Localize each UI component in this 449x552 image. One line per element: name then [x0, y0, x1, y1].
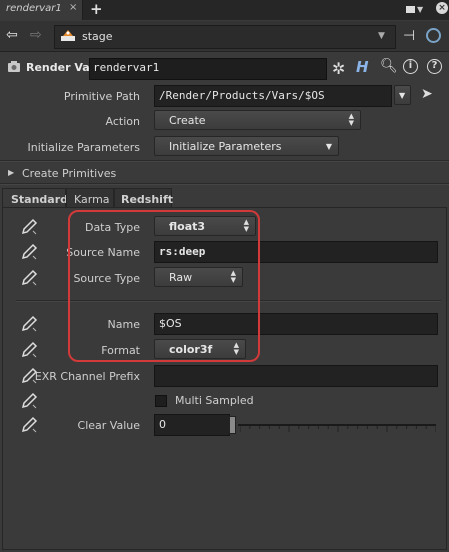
path-dropdown-icon[interactable]: ▼	[378, 31, 385, 41]
multi-sampled-checkbox[interactable]	[155, 395, 167, 407]
add-tab-button[interactable]: +	[90, 0, 103, 18]
initialize-parameters-value: Initialize Parameters	[169, 140, 282, 153]
pane-close-icon[interactable]: ×	[436, 2, 448, 14]
action-label: Action	[105, 115, 140, 128]
gear-icon[interactable]: ✲	[332, 59, 345, 78]
primitive-path-field[interactable]: /Render/Products/Vars/$OS	[154, 85, 392, 107]
tab-karma-label: Karma	[74, 193, 110, 206]
initialize-parameters-menu[interactable]: Initialize Parameters ▼	[154, 136, 339, 156]
help-icon[interactable]: ?	[427, 59, 442, 74]
search-icon[interactable]: 🔍︎	[380, 58, 398, 74]
divider	[0, 160, 449, 162]
divider	[0, 183, 449, 185]
pane-menu-caret-icon[interactable]: ▼	[417, 5, 423, 14]
tab-redshift-label: Redshift	[121, 193, 173, 206]
folder-expand-icon[interactable]: ▶	[8, 168, 14, 177]
clear-value-slider-ticks	[240, 426, 436, 432]
node-name-value: rendervar1	[93, 61, 160, 74]
highlight-annotation	[68, 210, 260, 362]
info-icon[interactable]: i	[403, 59, 418, 74]
chevron-down-icon: ▼	[399, 91, 406, 100]
clear-value-label: Clear Value	[77, 419, 140, 432]
exr-channel-prefix-field[interactable]	[154, 365, 438, 387]
houdini-help-icon[interactable]: H	[356, 58, 369, 76]
initialize-parameters-label: Initialize Parameters	[27, 141, 141, 154]
pane-layout-icon[interactable]	[406, 6, 415, 13]
tab-redshift[interactable]: Redshift	[114, 188, 173, 208]
select-prims-arrow-icon[interactable]: ➤	[421, 86, 433, 102]
chevron-down-icon: ▼	[325, 142, 332, 151]
pencil-icon[interactable]	[20, 392, 38, 410]
clear-value-value: 0	[159, 418, 166, 431]
create-primitives-folder[interactable]: Create Primitives	[22, 167, 116, 180]
node-type-label: Render Var	[26, 61, 96, 74]
stage-icon	[61, 30, 75, 41]
tab-close-icon[interactable]: ×	[69, 2, 77, 13]
spinner-arrows-icon: ▲ ▼	[348, 112, 354, 127]
render-var-node-icon	[8, 61, 20, 72]
primitive-path-label: Primitive Path	[63, 90, 140, 103]
tab-standard[interactable]: Standard	[2, 188, 69, 208]
primitive-path-menu-button[interactable]: ▼	[394, 85, 411, 105]
exr-channel-prefix-label: EXR Channel Prefix	[34, 370, 140, 383]
clear-value-slider-handle[interactable]	[229, 416, 236, 434]
tab-standard-label: Standard	[11, 193, 69, 206]
back-arrow-icon[interactable]: ⇦	[6, 27, 18, 43]
tab-karma[interactable]: Karma	[66, 188, 114, 208]
link-status-icon[interactable]	[426, 28, 441, 43]
pin-icon[interactable]: ⊣	[403, 28, 415, 44]
multi-sampled-label: Multi Sampled	[175, 394, 254, 407]
clear-value-field[interactable]: 0	[154, 414, 230, 436]
forward-arrow-icon[interactable]: ⇨	[30, 27, 42, 43]
action-value: Create	[169, 114, 206, 127]
action-menu[interactable]: Create ▲ ▼	[154, 110, 361, 130]
primitive-path-value: /Render/Products/Vars/$OS	[159, 89, 325, 102]
network-path-label: stage	[82, 30, 113, 43]
pane-tab-label: rendervar1	[6, 3, 62, 14]
